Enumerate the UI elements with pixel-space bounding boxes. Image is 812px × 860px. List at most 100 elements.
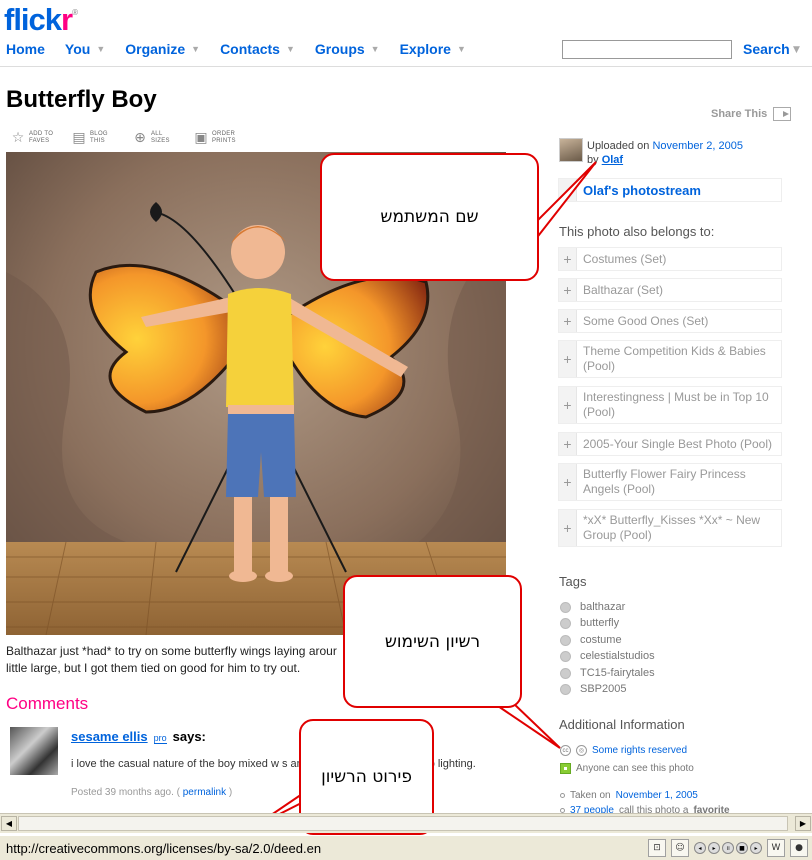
license-link[interactable]: Some rights reserved: [592, 745, 687, 756]
nav-contacts-label: Contacts: [220, 41, 280, 57]
tag-label[interactable]: celestialstudios: [580, 650, 655, 662]
printer-icon: ▣: [194, 130, 208, 146]
uploaded-prefix: Uploaded on: [587, 140, 650, 152]
commenter-avatar[interactable]: [10, 727, 58, 775]
pool-item[interactable]: + Interestingness | Must be in Top 10 (Po…: [558, 386, 782, 424]
chevron-down-icon[interactable]: ▼: [191, 44, 200, 54]
plus-icon[interactable]: +: [559, 248, 577, 270]
pool-item[interactable]: + *xX* Butterfly_Kisses *Xx* ~ New Group …: [558, 509, 782, 547]
chevron-down-icon[interactable]: ▼: [96, 44, 105, 54]
scroll-left-icon[interactable]: ◀: [1, 816, 17, 831]
nav-home-label: Home: [6, 41, 45, 57]
pool-label[interactable]: Interestingness | Must be in Top 10 (Poo…: [583, 390, 781, 420]
tag-label[interactable]: balthazar: [580, 601, 625, 613]
tag-label[interactable]: TC15-fairytales: [580, 667, 655, 679]
tag-item[interactable]: butterfly: [560, 617, 619, 629]
tag-label[interactable]: SBP2005: [580, 683, 626, 695]
plus-icon[interactable]: +: [559, 433, 577, 455]
set-item[interactable]: + Balthazar (Set): [558, 278, 782, 302]
addon-icon[interactable]: ☺: [671, 839, 689, 857]
search-button[interactable]: Search: [743, 41, 790, 57]
plus-icon[interactable]: +: [559, 510, 577, 546]
media-controls[interactable]: ◂ ▸ ॥ ■ ▸: [694, 842, 762, 854]
commenter-name-link[interactable]: sesame ellis: [71, 729, 148, 744]
pause-icon[interactable]: ॥: [722, 842, 734, 854]
tag-icon[interactable]: [560, 667, 571, 679]
set-item[interactable]: + Costumes (Set): [558, 247, 782, 271]
set-label[interactable]: Costumes (Set): [583, 252, 670, 267]
nav-groups[interactable]: Groups ▼: [315, 41, 380, 57]
plus-icon[interactable]: +: [559, 279, 577, 301]
photostream-link[interactable]: Olaf's photostream: [558, 178, 782, 202]
chevron-down-icon[interactable]: ▼: [371, 44, 380, 54]
tag-item[interactable]: TC15-fairytales: [560, 667, 655, 679]
set-label[interactable]: Balthazar (Set): [583, 283, 667, 298]
taken-date-link[interactable]: November 1, 2005: [616, 790, 698, 801]
next-icon[interactable]: ▸: [750, 842, 762, 854]
nav-home[interactable]: Home: [6, 41, 45, 57]
by-prefix: by: [587, 154, 599, 166]
share-this-button[interactable]: Share This: [711, 107, 792, 121]
chevron-down-icon[interactable]: ▼: [793, 45, 800, 55]
nav-contacts[interactable]: Contacts ▼: [220, 41, 295, 57]
tag-item[interactable]: SBP2005: [560, 683, 626, 695]
plus-icon[interactable]: +: [559, 341, 577, 377]
pool-label[interactable]: 2005-Your Single Best Photo (Pool): [583, 437, 776, 452]
horizontal-scrollbar[interactable]: ◀ ▶: [0, 813, 812, 833]
set-item[interactable]: + Some Good Ones (Set): [558, 309, 782, 333]
permalink-link[interactable]: permalink: [183, 787, 226, 798]
upload-date-link[interactable]: November 2, 2005: [652, 140, 743, 152]
tag-label[interactable]: costume: [580, 634, 622, 646]
owner-link[interactable]: Olaf: [602, 154, 623, 166]
photostream-icon: [559, 179, 577, 201]
nav-you[interactable]: You ▼: [65, 41, 105, 57]
tag-item[interactable]: costume: [560, 634, 622, 646]
tag-item[interactable]: balthazar: [560, 601, 625, 613]
page-icon[interactable]: ⊡: [648, 839, 666, 857]
order-prints-button[interactable]: ▣ ORDER PRINTS: [193, 130, 242, 146]
previous-icon[interactable]: ◂: [694, 842, 706, 854]
chevron-down-icon[interactable]: ▼: [286, 44, 295, 54]
scroll-thumb[interactable]: [18, 816, 788, 831]
owner-avatar[interactable]: [559, 138, 583, 162]
pool-item[interactable]: + Butterfly Flower Fairy Princess Angels …: [558, 463, 782, 501]
scroll-right-icon[interactable]: ▶: [795, 816, 811, 831]
add-to-faves-button[interactable]: ☆ ADD TO FAVES: [10, 130, 59, 146]
tool-label: ALL SIZES: [151, 131, 170, 144]
tag-icon[interactable]: [560, 601, 571, 613]
status-icons: ⊡ ☺ ◂ ▸ ॥ ■ ▸ W ●: [648, 839, 808, 857]
play-icon[interactable]: ▸: [708, 842, 720, 854]
tag-icon[interactable]: [560, 617, 571, 629]
nav-explore[interactable]: Explore ▼: [400, 41, 466, 57]
pool-item[interactable]: +2005-Your Single Best Photo (Pool): [558, 432, 782, 456]
plus-icon[interactable]: +: [559, 310, 577, 332]
tag-icon[interactable]: [560, 650, 571, 662]
nav-organize[interactable]: Organize ▼: [125, 41, 200, 57]
tag-icon[interactable]: [560, 634, 571, 646]
pool-label[interactable]: *xX* Butterfly_Kisses *Xx* ~ New Group (…: [583, 513, 781, 543]
pool-item[interactable]: + Theme Competition Kids & Babies (Pool): [558, 340, 782, 378]
plus-icon[interactable]: +: [559, 387, 577, 423]
search-input[interactable]: [562, 40, 732, 59]
blog-this-button[interactable]: ▤ BLOG THIS: [71, 130, 120, 146]
taken-row: Taken on November 1, 2005: [560, 790, 698, 801]
all-sizes-button[interactable]: ⊕ ALL SIZES: [132, 130, 181, 146]
logo-text-main: flick: [4, 2, 62, 37]
plus-icon[interactable]: +: [559, 464, 577, 500]
pool-label[interactable]: Butterfly Flower Fairy Princess Angels (…: [583, 467, 781, 497]
w-extension-icon[interactable]: W: [767, 839, 785, 857]
stop-icon[interactable]: ■: [736, 842, 748, 854]
chevron-down-icon[interactable]: ▼: [457, 44, 466, 54]
tag-icon[interactable]: [560, 683, 571, 695]
flickr-logo[interactable]: flickr®: [4, 2, 78, 38]
photo-toolbar: ☆ ADD TO FAVES ▤ BLOG THIS ⊕ ALL SIZES ▣…: [10, 130, 242, 146]
taken-prefix: Taken on: [570, 790, 611, 801]
header-divider: [0, 66, 812, 67]
firefox-icon[interactable]: ●: [790, 839, 808, 857]
flickr-photo-page: flickr® Home You ▼ Organize ▼ Contacts ▼ Gr…: [0, 0, 812, 860]
tag-label[interactable]: butterfly: [580, 617, 619, 629]
pro-badge[interactable]: pro: [153, 733, 167, 744]
pool-label[interactable]: Theme Competition Kids & Babies (Pool): [583, 344, 781, 374]
tag-item[interactable]: celestialstudios: [560, 650, 655, 662]
set-label[interactable]: Some Good Ones (Set): [583, 314, 712, 329]
